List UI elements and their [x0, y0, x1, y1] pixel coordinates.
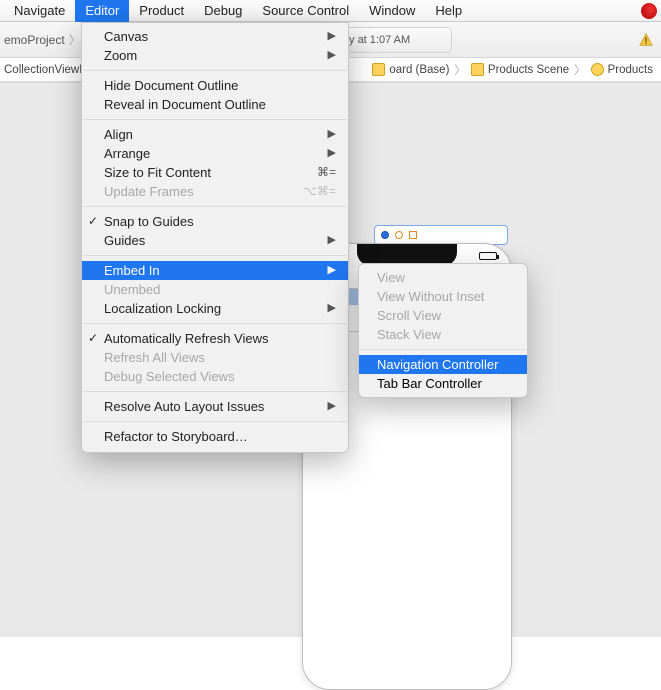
- first-responder-icon: [395, 231, 403, 239]
- crumb-storyboard-label: oard (Base): [389, 64, 449, 76]
- exit-icon: [409, 231, 417, 239]
- menu-zoom[interactable]: Zoom▶: [82, 46, 348, 65]
- menu-separator: [83, 119, 347, 120]
- trend-micro-icon[interactable]: [641, 3, 657, 19]
- crumb-scene[interactable]: Products Scene: [471, 63, 569, 76]
- storyboard-icon: [372, 63, 385, 76]
- battery-icon: [479, 252, 497, 260]
- menu-refresh-all-views: Refresh All Views: [82, 348, 348, 367]
- scene-dot-icon: [381, 231, 389, 239]
- menu-guides[interactable]: Guides▶: [82, 231, 348, 250]
- scene-group-icon: [471, 63, 484, 76]
- embed-navigation-controller[interactable]: Navigation Controller: [359, 355, 527, 374]
- submenu-arrow-icon: ▶: [328, 261, 336, 280]
- embed-scroll-view: Scroll View: [359, 306, 527, 325]
- editor-dropdown: Canvas▶ Zoom▶ Hide Document Outline Reve…: [81, 22, 349, 453]
- menu-separator: [83, 421, 347, 422]
- menu-separator: [83, 255, 347, 256]
- check-icon: ✓: [88, 212, 98, 231]
- embed-in-submenu: View View Without Inset Scroll View Stac…: [358, 263, 528, 398]
- menu-canvas[interactable]: Canvas▶: [82, 27, 348, 46]
- submenu-arrow-icon: ▶: [328, 299, 336, 318]
- embed-stack-view: Stack View: [359, 325, 527, 344]
- menu-localization-locking[interactable]: Localization Locking▶: [82, 299, 348, 318]
- crumb-storyboard[interactable]: oard (Base): [372, 63, 449, 76]
- menu-product[interactable]: Product: [129, 0, 194, 22]
- menu-separator: [360, 349, 526, 350]
- menu-navigate[interactable]: Navigate: [4, 0, 75, 22]
- menu-separator: [83, 391, 347, 392]
- submenu-arrow-icon: ▶: [328, 231, 336, 250]
- embed-view-without-inset: View Without Inset: [359, 287, 527, 306]
- chevron-right-icon: 〉: [69, 31, 81, 48]
- menu-resolve-layout[interactable]: Resolve Auto Layout Issues▶: [82, 397, 348, 416]
- submenu-arrow-icon: ▶: [328, 144, 336, 163]
- menu-refactor-storyboard[interactable]: Refactor to Storyboard…: [82, 427, 348, 446]
- submenu-arrow-icon: ▶: [328, 125, 336, 144]
- menu-editor[interactable]: Editor: [75, 0, 129, 22]
- menu-separator: [83, 206, 347, 207]
- chevron-right-icon: 〉: [569, 62, 591, 78]
- chevron-right-icon: 〉: [449, 62, 471, 78]
- submenu-arrow-icon: ▶: [328, 397, 336, 416]
- submenu-arrow-icon: ▶: [328, 46, 336, 65]
- submenu-arrow-icon: ▶: [328, 27, 336, 46]
- shortcut: ⌘=: [317, 163, 336, 182]
- crumb-products[interactable]: Products: [591, 63, 661, 76]
- menu-update-frames: Update Frames⌥⌘=: [82, 182, 348, 201]
- menu-bar: Navigate Editor Product Debug Source Con…: [0, 0, 661, 22]
- menu-debug[interactable]: Debug: [194, 0, 252, 22]
- menu-arrange[interactable]: Arrange▶: [82, 144, 348, 163]
- menu-align[interactable]: Align▶: [82, 125, 348, 144]
- menu-reveal-outline[interactable]: Reveal in Document Outline: [82, 95, 348, 114]
- menu-unembed: Unembed: [82, 280, 348, 299]
- menu-size-to-fit[interactable]: Size to Fit Content⌘=: [82, 163, 348, 182]
- menu-embed-in[interactable]: Embed In▶: [82, 261, 348, 280]
- menu-help[interactable]: Help: [425, 0, 472, 22]
- crumb-scene-label: Products Scene: [488, 64, 569, 76]
- check-icon: ✓: [88, 329, 98, 348]
- menu-source-control[interactable]: Source Control: [252, 0, 359, 22]
- crumb-collectionview[interactable]: CollectionViewD: [4, 64, 88, 76]
- scene-icon: [591, 63, 604, 76]
- shortcut: ⌥⌘=: [303, 182, 336, 201]
- menu-separator: [83, 70, 347, 71]
- menu-hide-outline[interactable]: Hide Document Outline: [82, 76, 348, 95]
- menu-auto-refresh-views[interactable]: ✓Automatically Refresh Views: [82, 329, 348, 348]
- crumb-products-label: Products: [608, 64, 653, 76]
- embed-tab-bar-controller[interactable]: Tab Bar Controller: [359, 374, 527, 393]
- embed-view: View: [359, 268, 527, 287]
- menu-snap-to-guides[interactable]: ✓Snap to Guides: [82, 212, 348, 231]
- menu-debug-selected-views: Debug Selected Views: [82, 367, 348, 386]
- menu-separator: [83, 323, 347, 324]
- project-label: emoProject: [4, 33, 65, 47]
- menu-window[interactable]: Window: [359, 0, 425, 22]
- scene-selection-bar[interactable]: [374, 225, 508, 245]
- warning-icon[interactable]: [639, 33, 653, 47]
